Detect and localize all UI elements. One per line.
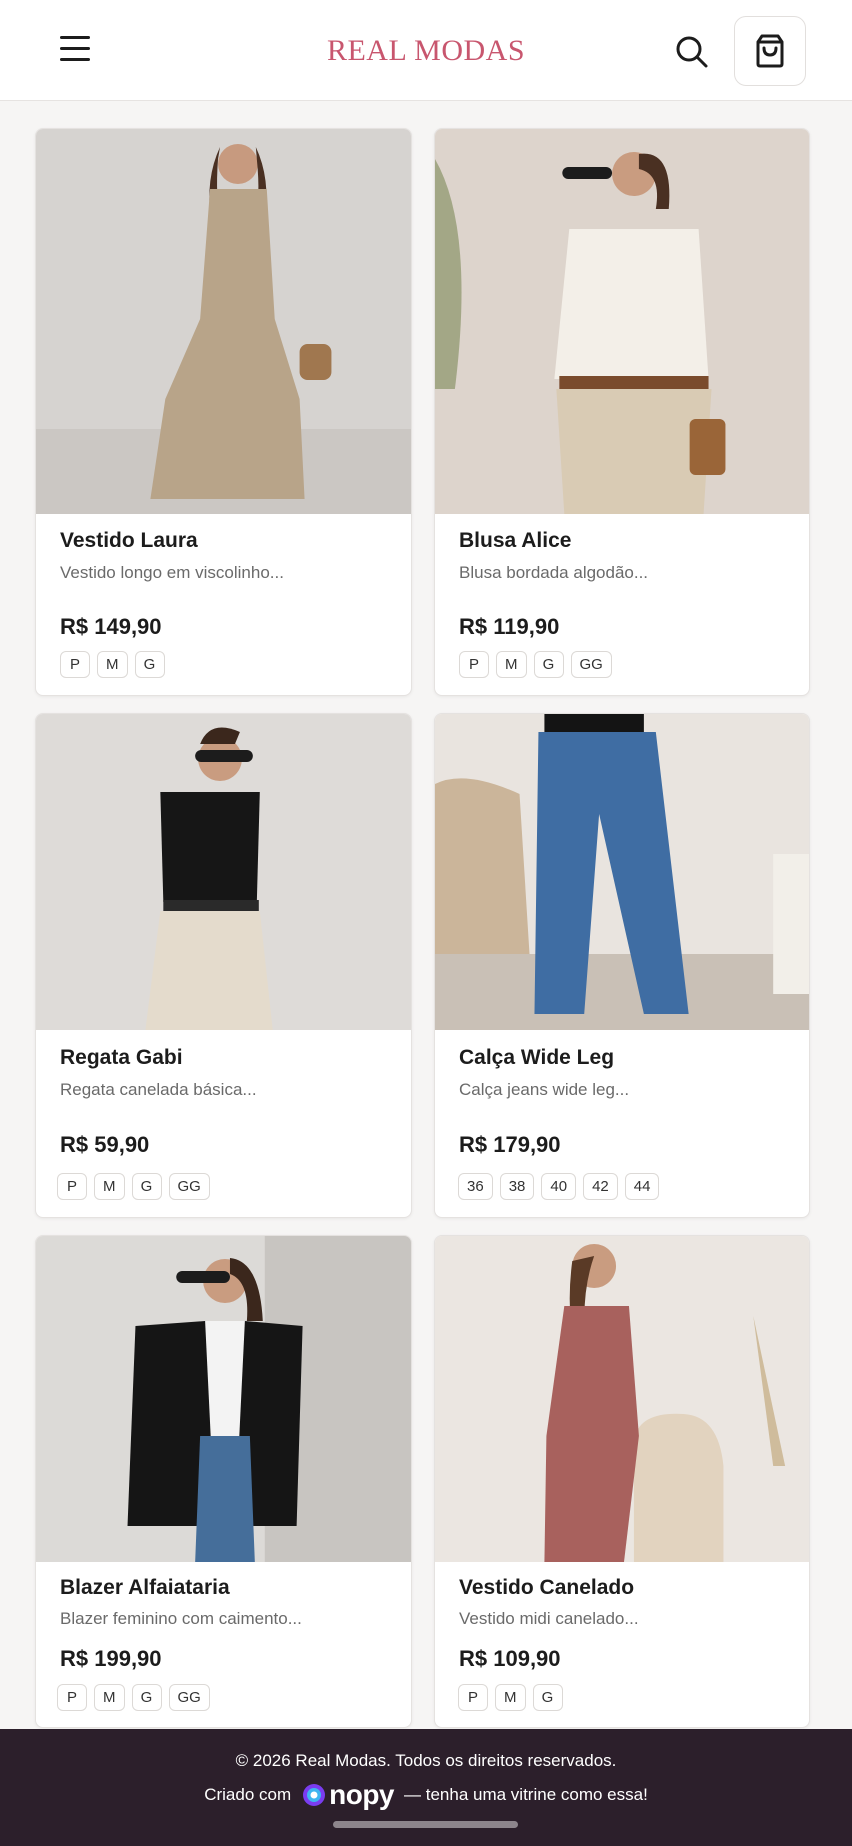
size-chip[interactable]: M xyxy=(97,651,128,678)
size-options: P M G xyxy=(60,651,165,678)
product-price: R$ 119,90 xyxy=(459,614,560,639)
nopy-logo[interactable]: nopy xyxy=(301,1779,395,1811)
app-header: REAL MODAS xyxy=(0,0,852,101)
product-description: Vestido midi canelado... xyxy=(459,1609,639,1628)
product-image[interactable] xyxy=(435,714,809,1030)
nopy-eye-icon xyxy=(303,1784,326,1806)
size-chip[interactable]: 40 xyxy=(541,1173,577,1200)
size-options: P M G GG xyxy=(459,651,612,678)
product-name[interactable]: Regata Gabi xyxy=(60,1046,183,1070)
size-chip[interactable]: G xyxy=(131,1684,162,1711)
shopping-bag-icon xyxy=(756,34,784,68)
size-chip[interactable]: GG xyxy=(570,651,612,678)
product-card-blazer-alfaiataria[interactable]: Blazer Alfaiataria Blazer feminino com c… xyxy=(35,1235,412,1728)
product-price: R$ 59,90 xyxy=(60,1132,150,1157)
size-chip[interactable]: P xyxy=(60,651,90,678)
size-chip[interactable]: P xyxy=(459,651,489,678)
size-chip[interactable]: G xyxy=(533,651,564,678)
product-card-regata-gabi[interactable]: Regata Gabi Regata canelada básica... R$… xyxy=(35,713,412,1218)
size-chip[interactable]: M xyxy=(495,1684,526,1711)
product-description: Blazer feminino com caimento... xyxy=(60,1609,302,1628)
store-logo[interactable]: REAL MODAS xyxy=(0,34,852,68)
size-chip[interactable]: GG xyxy=(168,1684,210,1711)
size-chip[interactable]: G xyxy=(134,651,165,678)
product-price: R$ 199,90 xyxy=(60,1646,162,1671)
size-chip[interactable]: G xyxy=(131,1173,162,1200)
product-image[interactable] xyxy=(435,1236,809,1562)
product-name[interactable]: Vestido Laura xyxy=(60,529,198,553)
footer-tagline: — tenha uma vitrine como essa! xyxy=(404,1785,648,1804)
search-icon xyxy=(676,36,708,68)
product-description: Blusa bordada algodão... xyxy=(459,563,649,582)
size-chip[interactable]: G xyxy=(532,1684,563,1711)
product-description: Regata canelada básica... xyxy=(60,1080,257,1099)
size-chip[interactable]: 44 xyxy=(624,1173,660,1200)
size-options: P M G xyxy=(458,1684,563,1711)
home-indicator xyxy=(333,1821,518,1828)
size-options: P M G GG xyxy=(57,1173,210,1200)
search-button[interactable] xyxy=(672,32,712,72)
size-chip[interactable]: GG xyxy=(168,1173,210,1200)
size-chip[interactable]: P xyxy=(458,1684,488,1711)
size-chip[interactable]: 36 xyxy=(458,1173,493,1200)
size-chip[interactable]: M xyxy=(496,651,527,678)
credits-line: Criado com nopy — tenha uma vitrine como… xyxy=(0,1779,852,1811)
site-footer: © 2026 Real Modas. Todos os direitos res… xyxy=(0,1729,852,1846)
product-card-vestido-canelado[interactable]: Vestido Canelado Vestido midi canelado..… xyxy=(434,1235,810,1728)
size-chip[interactable]: P xyxy=(57,1173,87,1200)
product-price: R$ 149,90 xyxy=(60,614,162,639)
size-chip[interactable]: M xyxy=(94,1173,125,1200)
product-image[interactable] xyxy=(435,129,809,514)
product-name[interactable]: Vestido Canelado xyxy=(459,1576,634,1600)
size-chip[interactable]: M xyxy=(94,1684,125,1711)
product-card-vestido-laura[interactable]: Vestido Laura Vestido longo em viscolinh… xyxy=(35,128,412,696)
size-chip[interactable]: P xyxy=(57,1684,87,1711)
product-description: Calça jeans wide leg... xyxy=(459,1080,630,1099)
product-price: R$ 109,90 xyxy=(459,1646,561,1671)
nopy-logo-text: nopy xyxy=(329,1779,395,1810)
product-card-blusa-alice[interactable]: Blusa Alice Blusa bordada algodão... R$ … xyxy=(434,128,810,696)
product-image[interactable] xyxy=(36,1236,411,1562)
product-image[interactable] xyxy=(36,714,411,1030)
copyright-text: © 2026 Real Modas. Todos os direitos res… xyxy=(235,1751,617,1770)
size-chip[interactable]: 42 xyxy=(583,1173,618,1200)
product-name[interactable]: Blusa Alice xyxy=(459,529,571,553)
size-chip[interactable]: 38 xyxy=(499,1173,535,1200)
product-image[interactable] xyxy=(36,129,411,514)
size-options: 36 38 40 42 44 xyxy=(458,1173,660,1200)
product-name[interactable]: Calça Wide Leg xyxy=(459,1046,614,1070)
created-with-label: Criado com xyxy=(204,1785,292,1804)
product-name[interactable]: Blazer Alfaiataria xyxy=(60,1576,230,1600)
size-options: P M G GG xyxy=(57,1684,210,1711)
product-card-calca-wide-leg[interactable]: Calça Wide Leg Calça jeans wide leg... R… xyxy=(434,713,810,1218)
product-description: Vestido longo em viscolinho... xyxy=(60,563,284,582)
product-price: R$ 179,90 xyxy=(459,1132,561,1157)
cart-button[interactable] xyxy=(734,16,806,86)
